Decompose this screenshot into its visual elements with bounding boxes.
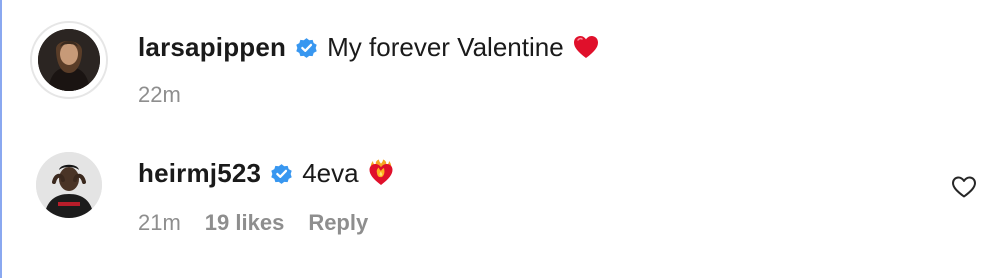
verified-badge-icon xyxy=(294,35,319,60)
comment-text: 4eva xyxy=(302,157,359,188)
timestamp[interactable]: 21m xyxy=(138,210,181,236)
username[interactable]: larsapippen xyxy=(138,32,286,63)
likes-count[interactable]: 19 likes xyxy=(205,210,285,236)
reply-comment: heirmj523 4eva 21m 19 likes Reply xyxy=(2,140,1001,278)
username[interactable]: heirmj523 xyxy=(138,158,261,189)
avatar-photo xyxy=(38,29,100,91)
avatar[interactable] xyxy=(38,29,100,91)
comment-line: heirmj523 4eva xyxy=(138,156,395,190)
avatar-ring[interactable] xyxy=(36,152,102,218)
comment-text: My forever Valentine xyxy=(327,31,564,62)
comment-meta: 21m 19 likes Reply xyxy=(138,210,368,236)
avatar[interactable] xyxy=(36,152,102,218)
heart-outline-icon[interactable] xyxy=(951,175,977,199)
avatar-photo xyxy=(36,152,102,218)
comments-panel: larsapippen My forever Valentine 22m hei… xyxy=(0,0,1001,278)
timestamp[interactable]: 22m xyxy=(138,82,181,108)
heart-on-fire-icon xyxy=(367,159,395,187)
avatar-ring[interactable] xyxy=(30,21,108,99)
verified-badge-icon xyxy=(269,161,294,186)
comment-line: larsapippen My forever Valentine xyxy=(138,30,600,64)
comment-meta: 22m xyxy=(138,82,181,108)
red-heart-icon xyxy=(572,33,600,61)
caption-comment: larsapippen My forever Valentine 22m xyxy=(2,0,1001,130)
reply-button[interactable]: Reply xyxy=(308,210,368,236)
